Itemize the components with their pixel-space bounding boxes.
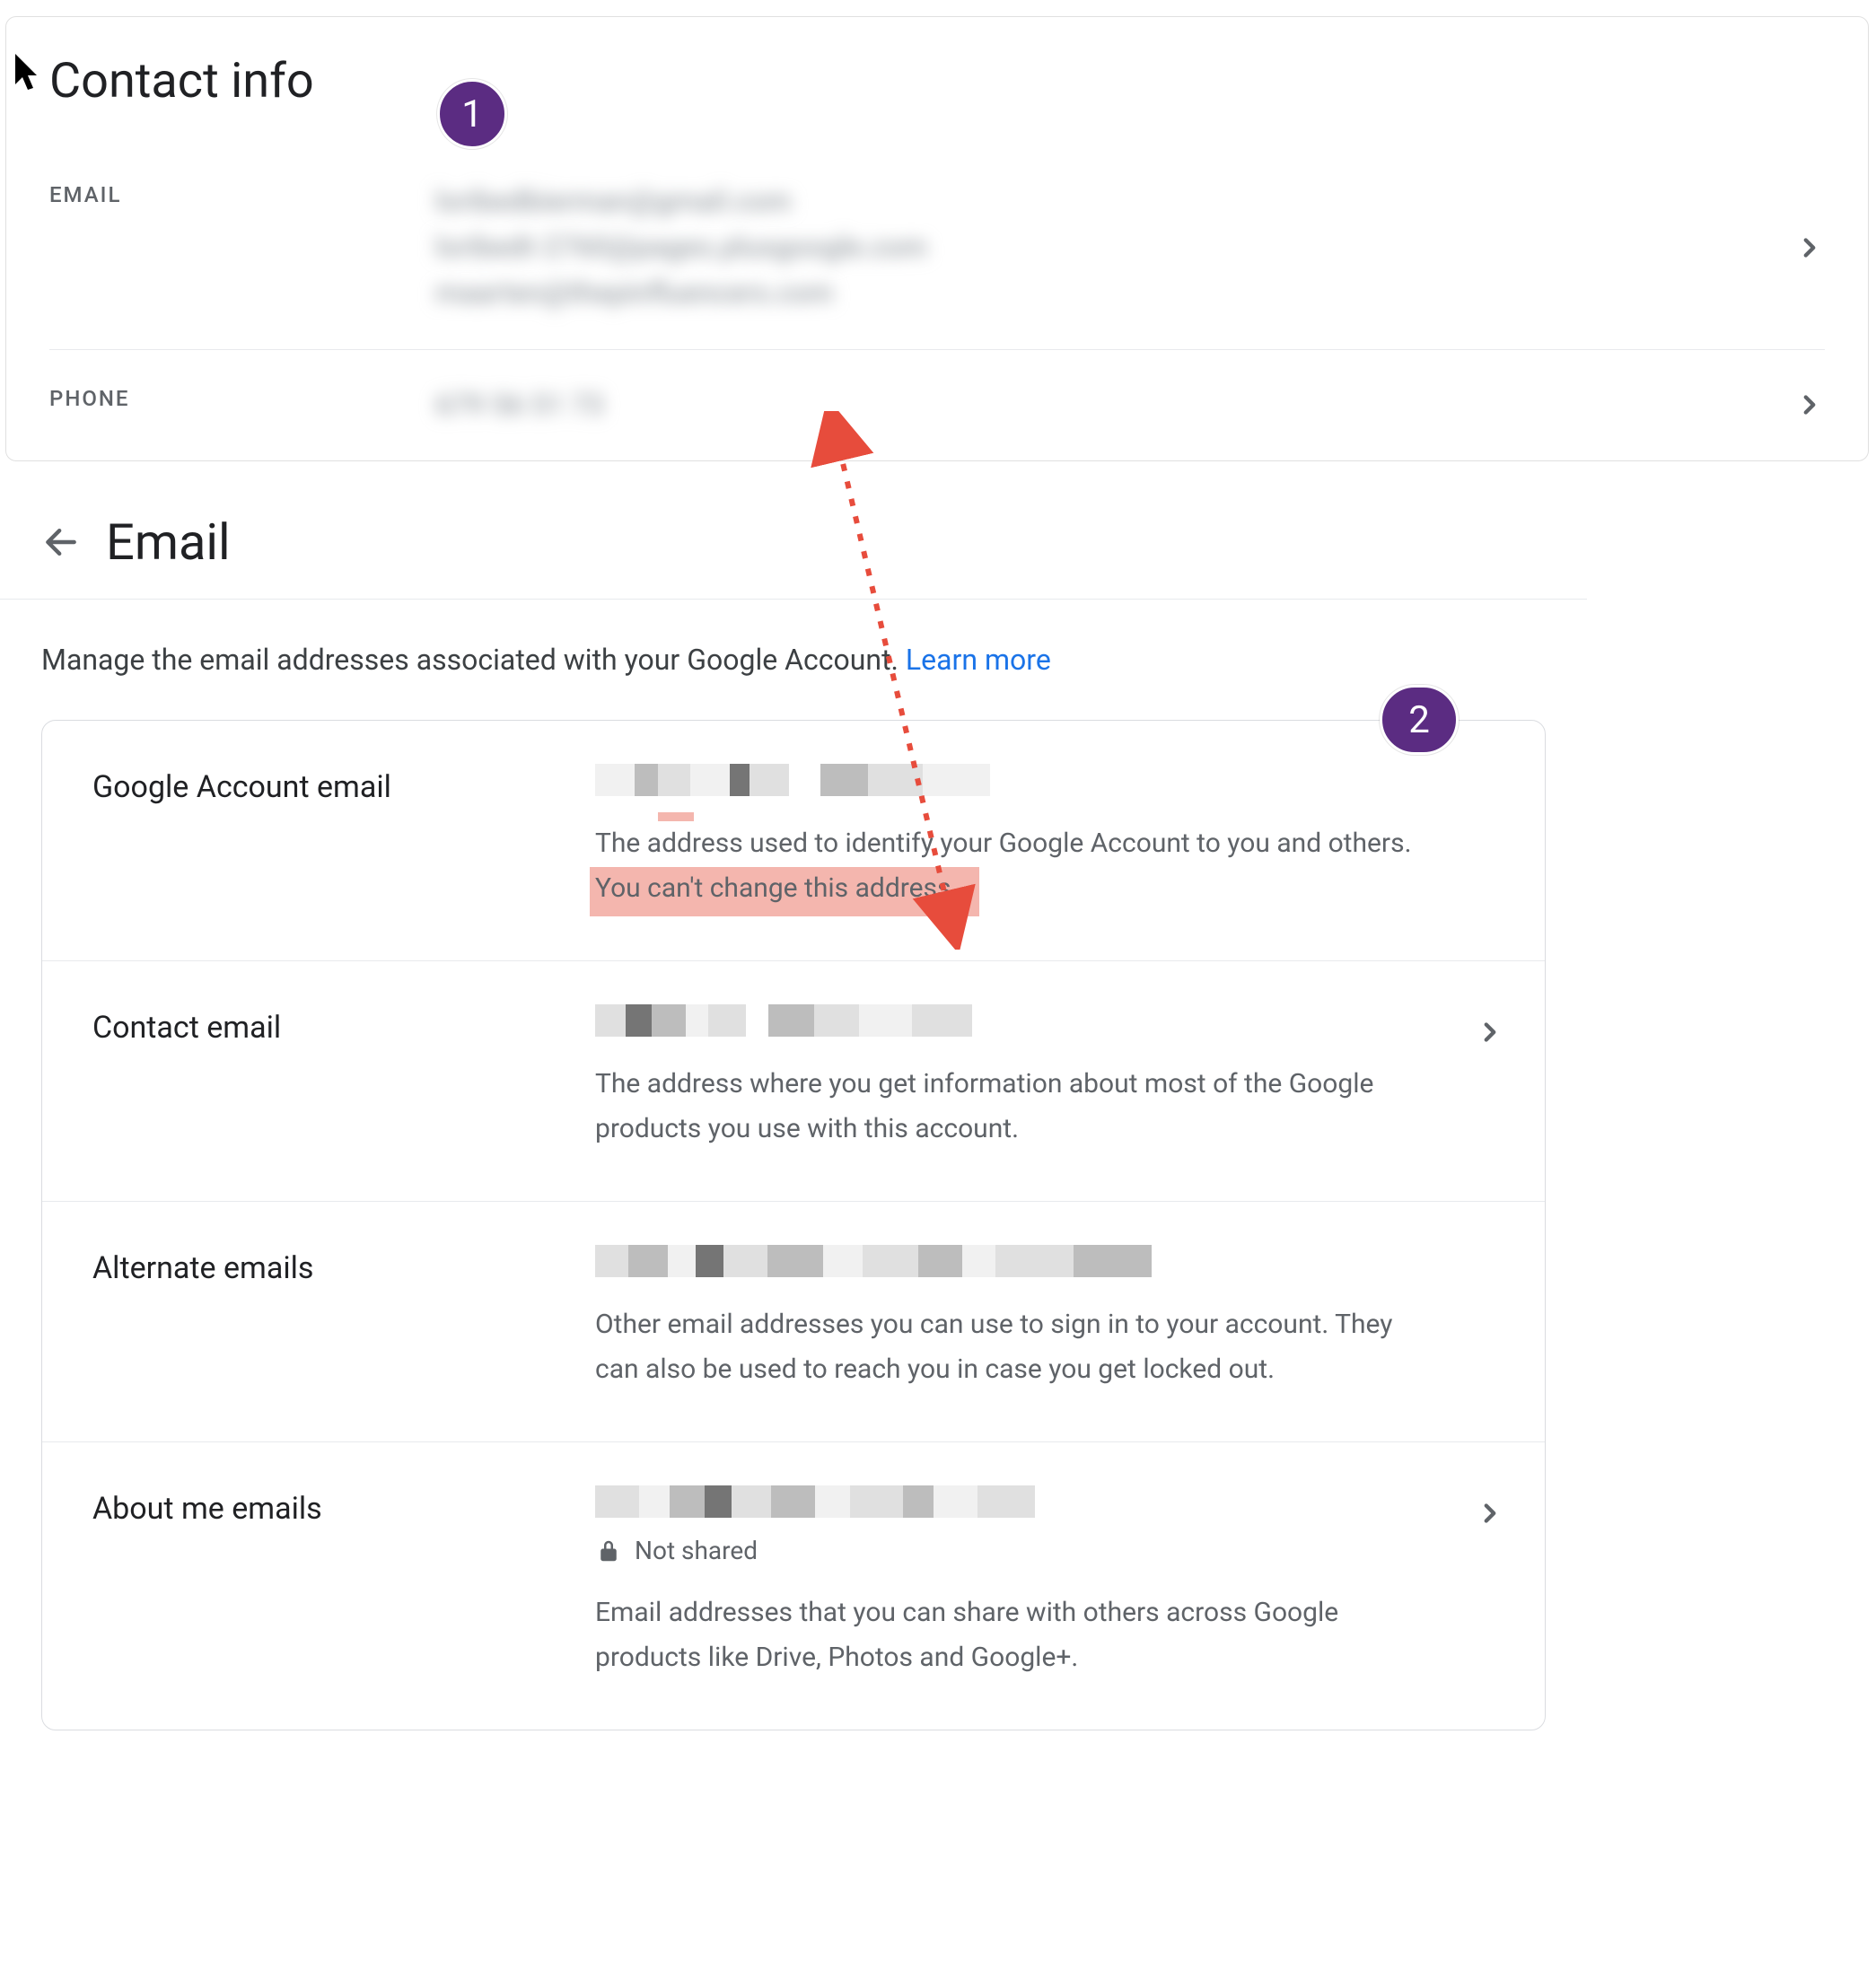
google-account-email-label: Google Account email xyxy=(92,764,595,805)
alternate-emails-label: Alternate emails xyxy=(92,1245,595,1286)
phone-values: 679 56 51 73 xyxy=(435,382,1825,428)
alternate-emails-row: Alternate emails Other email addresses y… xyxy=(42,1201,1545,1441)
redacted-value xyxy=(595,764,990,796)
email-page-panel: Email Manage the email addresses associa… xyxy=(0,503,1587,1730)
back-arrow-icon[interactable] xyxy=(41,522,81,562)
about-me-emails-row[interactable]: About me emails Not shared Email address… xyxy=(42,1441,1545,1730)
redacted-value xyxy=(595,1245,1152,1277)
chevron-right-icon xyxy=(1475,1498,1505,1529)
lock-icon xyxy=(595,1537,622,1564)
redacted-value xyxy=(595,1485,1035,1518)
chevron-right-icon xyxy=(1794,390,1825,420)
chevron-right-icon xyxy=(1475,1017,1505,1047)
phone-value: 679 56 51 73 xyxy=(435,382,1825,428)
step-badge-1: 1 xyxy=(437,79,507,149)
alternate-emails-desc: Other email addresses you can use to sig… xyxy=(595,1302,1421,1391)
email-value-2: loribedt-2760@pages.plusgoogle.com xyxy=(435,224,1825,270)
not-shared-row: Not shared xyxy=(595,1536,1421,1565)
email-intro-text: Manage the email addresses associated wi… xyxy=(41,643,906,677)
about-me-emails-desc: Email addresses that you can share with … xyxy=(595,1590,1421,1679)
learn-more-link[interactable]: Learn more xyxy=(906,643,1051,677)
chevron-right-icon xyxy=(1794,232,1825,263)
email-value-1: loribedbierman@gmail.com xyxy=(435,179,1825,224)
not-shared-label: Not shared xyxy=(635,1536,758,1565)
email-page-title: Email xyxy=(106,512,231,572)
step-badge-2-label: 2 xyxy=(1408,698,1430,742)
desc-highlight: You can't change this address. xyxy=(595,872,958,904)
step-badge-2: 2 xyxy=(1380,685,1459,755)
step-badge-1-label: 1 xyxy=(461,92,483,136)
phone-label: PHONE xyxy=(49,382,435,411)
email-label: EMAIL xyxy=(49,179,435,207)
email-settings-card: Google Account email The address used to… xyxy=(41,720,1546,1730)
phone-row[interactable]: PHONE 679 56 51 73 xyxy=(49,349,1825,460)
contact-email-label: Contact email xyxy=(92,1004,595,1046)
email-intro: Manage the email addresses associated wi… xyxy=(0,600,1587,720)
redacted-value xyxy=(595,1004,972,1037)
email-value-3: maarten@thepinfluencers.com xyxy=(435,270,1825,316)
contact-info-title: Contact info xyxy=(49,53,1868,110)
email-row[interactable]: EMAIL loribedbierman@gmail.com loribedt-… xyxy=(49,145,1825,349)
desc-pre: The address used to identify your Google… xyxy=(595,828,1411,859)
email-header: Email xyxy=(0,504,1587,600)
about-me-emails-label: About me emails xyxy=(92,1485,595,1527)
google-account-email-desc: The address used to identify your Google… xyxy=(595,821,1421,910)
contact-info-panel: Contact info EMAIL loribedbierman@gmail.… xyxy=(5,16,1869,461)
email-values: loribedbierman@gmail.com loribedt-2760@p… xyxy=(435,179,1825,317)
cursor-icon xyxy=(14,54,45,93)
contact-email-desc: The address where you get information ab… xyxy=(595,1062,1421,1151)
google-account-email-row: Google Account email The address used to… xyxy=(42,721,1545,960)
contact-email-row[interactable]: Contact email The address where you get … xyxy=(42,960,1545,1201)
